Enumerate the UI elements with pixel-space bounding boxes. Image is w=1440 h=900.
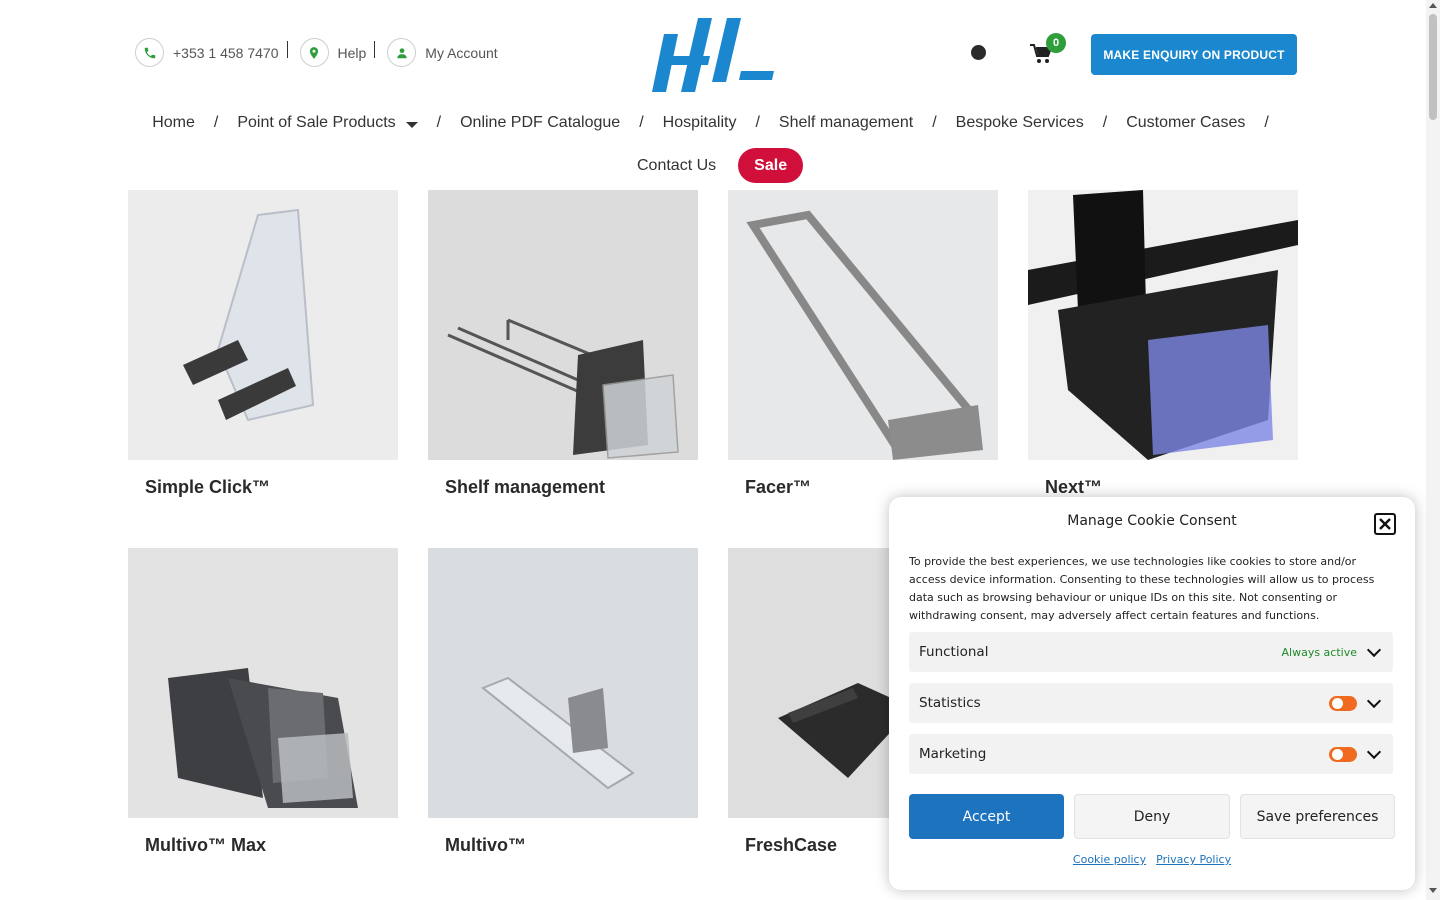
scroll-up-icon[interactable] <box>1429 3 1437 8</box>
product-card[interactable]: Facer™ <box>728 190 998 498</box>
nav-separator: / <box>755 114 760 131</box>
scrollbar-thumb[interactable] <box>1429 14 1437 120</box>
nav-separator: / <box>932 114 937 131</box>
nav-separator: / <box>639 114 644 131</box>
separator <box>374 41 376 58</box>
marketing-toggle[interactable] <box>1329 746 1357 762</box>
save-preferences-button[interactable]: Save preferences <box>1240 794 1395 839</box>
phone-link[interactable]: +353 1 458 7470 <box>173 45 279 61</box>
nav-separator: / <box>213 114 219 131</box>
chevron-down-icon[interactable] <box>1366 642 1382 657</box>
product-title[interactable]: Simple Click™ <box>145 477 398 498</box>
make-enquiry-button[interactable]: MAKE ENQUIRY ON PRODUCT <box>1091 34 1297 75</box>
nav-item-bespoke-services[interactable]: Bespoke Services <box>956 114 1084 132</box>
cart-count-badge: 0 <box>1046 33 1066 53</box>
close-icon[interactable] <box>1374 513 1396 535</box>
secondary-nav: Contact Us Sale <box>637 148 804 183</box>
product-title[interactable]: Multivo™ Max <box>145 835 398 856</box>
product-card[interactable]: Shelf management <box>428 190 698 498</box>
cookie-category-label: Functional <box>919 644 989 660</box>
nav-item-home[interactable]: Home <box>152 114 195 132</box>
nav-item-pdf-catalogue[interactable]: Online PDF Catalogue <box>460 114 620 132</box>
cookie-category-label: Marketing <box>919 746 987 762</box>
nav-item-shelf-management[interactable]: Shelf management <box>779 114 913 132</box>
cookie-dialog-title: Manage Cookie Consent <box>1067 513 1237 529</box>
my-account-link[interactable]: My Account <box>425 45 497 61</box>
cookie-category-label: Statistics <box>919 695 981 711</box>
nav-separator: / <box>1102 114 1108 131</box>
privacy-policy-link[interactable]: Privacy Policy <box>1156 853 1231 866</box>
scroll-down-icon[interactable] <box>1429 888 1437 893</box>
product-title[interactable]: Facer™ <box>745 477 998 498</box>
always-active-label: Always active <box>1281 645 1358 659</box>
help-link[interactable]: Help <box>338 45 367 61</box>
cookie-category-functional[interactable]: Functional Always active <box>909 632 1393 672</box>
nav-item-customer-cases[interactable]: Customer Cases <box>1126 114 1245 132</box>
product-image[interactable] <box>428 548 698 818</box>
cookie-policy-link[interactable]: Cookie policy <box>1073 853 1146 866</box>
help-icon <box>299 38 329 67</box>
search-icon[interactable] <box>971 45 986 60</box>
statistics-toggle[interactable] <box>1329 695 1357 711</box>
nav-item-label: Point of Sale Products <box>237 114 396 131</box>
product-image[interactable] <box>128 190 398 460</box>
sale-badge-link[interactable]: Sale <box>738 148 804 183</box>
deny-button[interactable]: Deny <box>1074 794 1230 839</box>
accept-button[interactable]: Accept <box>909 794 1064 839</box>
nav-separator: / <box>1264 114 1269 131</box>
scrollbar-track[interactable] <box>1426 0 1440 900</box>
nav-item-hospitality[interactable]: Hospitality <box>663 114 737 132</box>
site-logo[interactable] <box>650 16 774 92</box>
cookie-category-marketing[interactable]: Marketing <box>909 734 1393 774</box>
product-image[interactable] <box>428 190 698 460</box>
product-title[interactable]: Shelf management <box>445 477 698 498</box>
product-image[interactable] <box>128 548 398 818</box>
chevron-down-icon <box>405 121 418 128</box>
product-image[interactable] <box>728 190 998 460</box>
product-title[interactable]: Next™ <box>1045 477 1298 498</box>
cookie-category-statistics[interactable]: Statistics <box>909 683 1393 723</box>
top-contact-bar: +353 1 458 7470 Help My Account <box>135 38 498 67</box>
chevron-down-icon[interactable] <box>1366 693 1382 708</box>
product-card[interactable]: Simple Click™ <box>128 190 398 498</box>
separator <box>286 41 288 58</box>
product-card[interactable]: Multivo™ Max <box>128 548 398 856</box>
phone-icon <box>135 38 164 67</box>
product-card[interactable]: Next™ <box>1028 190 1298 498</box>
chevron-down-icon[interactable] <box>1366 744 1382 759</box>
main-nav: Home / Point of Sale Products / Online P… <box>0 114 1440 132</box>
cookie-description: To provide the best experiences, we use … <box>909 555 1375 622</box>
product-card[interactable]: Multivo™ <box>428 548 698 856</box>
nav-separator: / <box>436 114 442 131</box>
product-title[interactable]: Multivo™ <box>445 835 698 856</box>
nav-item-point-of-sale[interactable]: Point of Sale Products <box>237 114 418 132</box>
product-image[interactable] <box>1028 190 1298 460</box>
cookie-policy-links: Cookie policy Privacy Policy <box>889 853 1415 866</box>
cookie-consent-dialog: Manage Cookie Consent To provide the bes… <box>889 497 1415 890</box>
nav-item-contact[interactable]: Contact Us <box>637 157 716 175</box>
user-icon <box>387 38 417 67</box>
